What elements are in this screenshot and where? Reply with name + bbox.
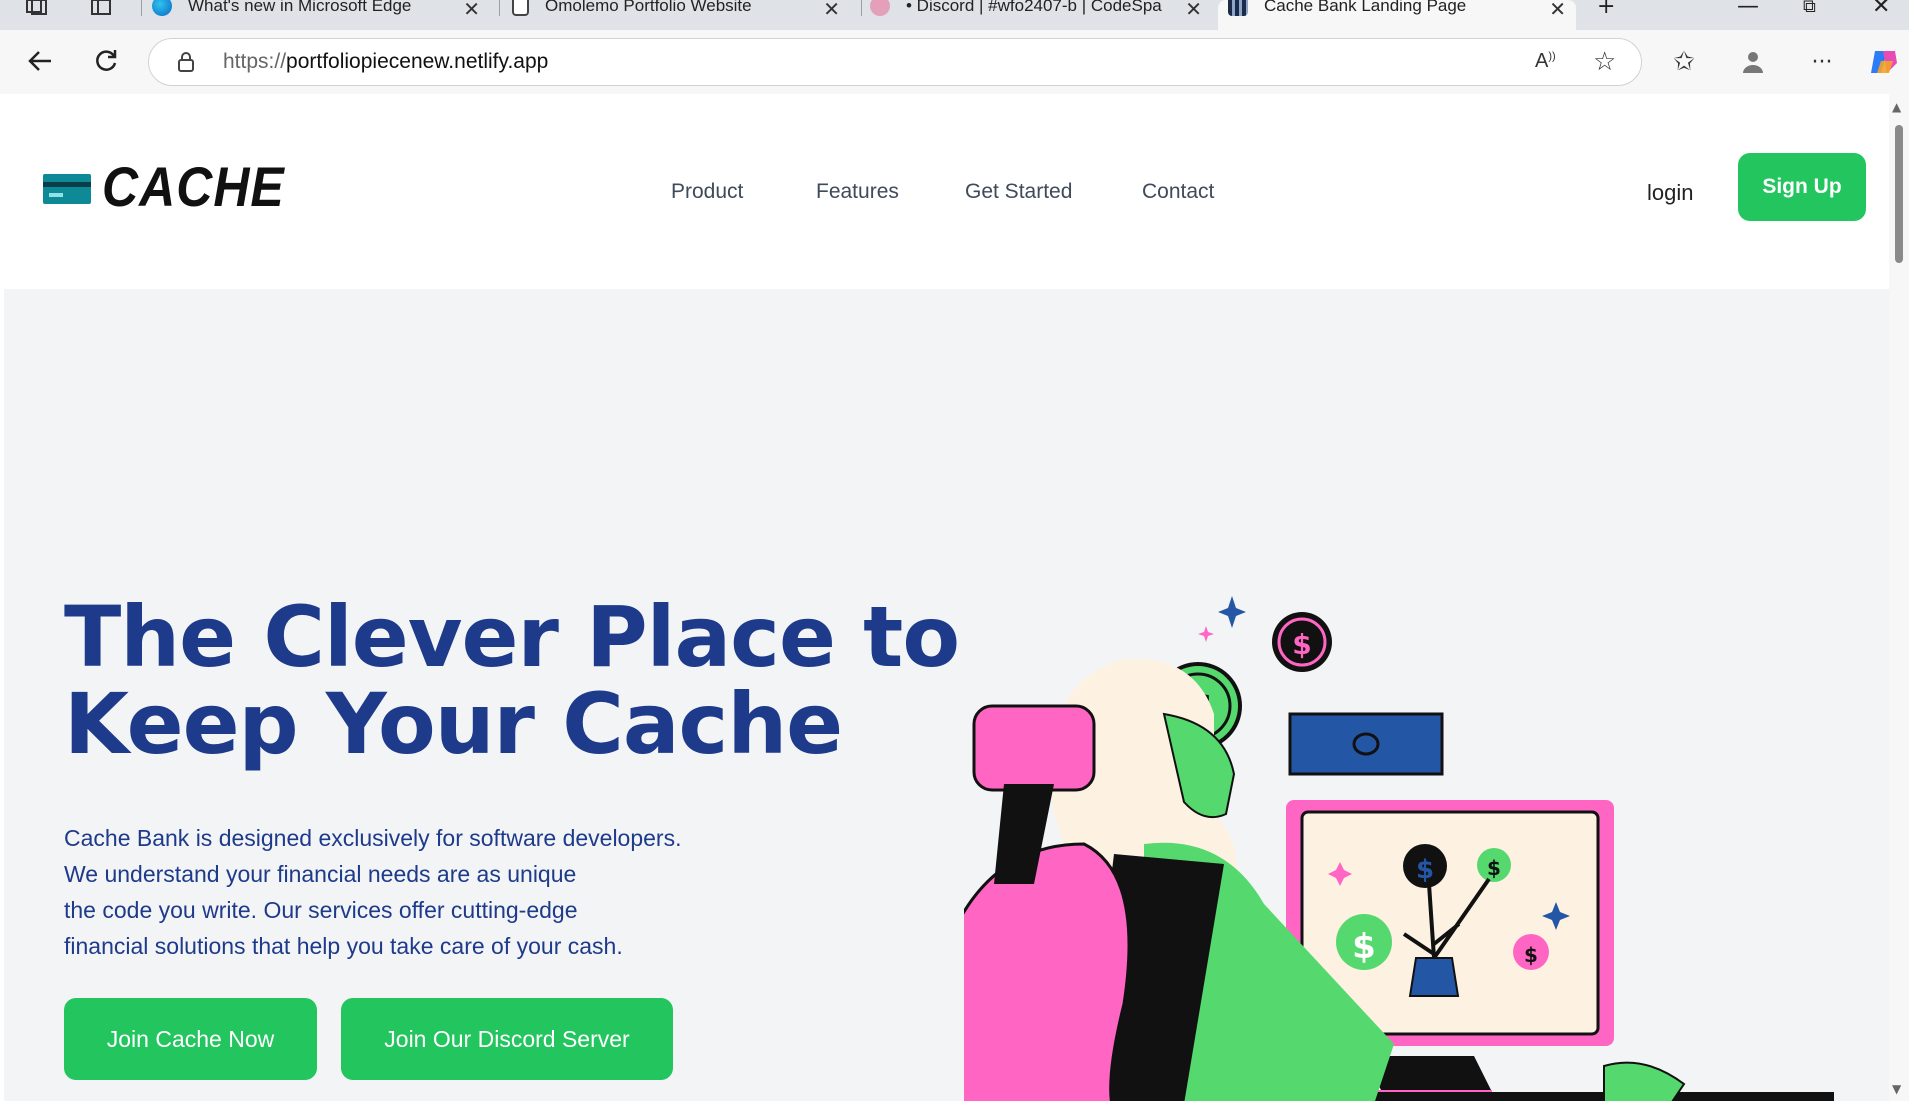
svg-text:$: $ [1352,927,1376,967]
svg-text:$: $ [1292,628,1311,661]
address-bar[interactable]: https://portfoliopiecenew.netlify.app A)… [148,38,1642,86]
cache-icon [1228,0,1248,16]
hero-title-line-2: Keep Your Cache [64,675,843,773]
tab-strip: What's new in Microsoft Edge ✕ Omolemo P… [0,0,1909,30]
scrollbar-thumb[interactable] [1895,125,1903,263]
close-tab-icon[interactable]: ✕ [1549,0,1566,22]
description-line: Cache Bank is designed exclusively for s… [64,825,682,851]
tab-title: What's new in Microsoft Edge [188,0,412,15]
hero-illustration: $ $ $ $ $ $ [964,596,1834,1101]
tab-title: Omolemo Portfolio Website [545,0,752,15]
edge-icon [152,0,172,16]
credit-card-logo-icon [43,174,91,204]
hero-description: Cache Bank is designed exclusively for s… [64,820,744,964]
tab-cache-bank[interactable]: Cache Bank Landing Page ✕ [1218,0,1576,30]
nav-product[interactable]: Product [671,180,743,204]
nav-get-started[interactable]: Get Started [965,180,1072,204]
lock-icon[interactable] [177,51,195,77]
tab-discord[interactable]: • Discord | #wfo2407-b | CodeSpa ✕ [870,0,1212,30]
site-header: CACHE Product Features Get Started Conta… [4,94,1889,289]
vertical-scrollbar[interactable]: ▲ ▼ [1889,94,1909,1101]
more-menu-icon[interactable]: ··· [1806,46,1838,78]
tab-portfolio[interactable]: Omolemo Portfolio Website ✕ [512,0,850,30]
new-tab-icon[interactable]: + [1597,0,1615,19]
back-icon[interactable] [25,46,55,76]
close-tab-icon[interactable]: ✕ [1185,0,1202,22]
banknote-icon [1288,712,1444,776]
restore-icon[interactable]: ⧉ [1803,0,1816,17]
tab-microsoft-edge[interactable]: What's new in Microsoft Edge ✕ [152,0,490,30]
sparkle-icon [1198,626,1214,642]
tab-title: • Discord | #wfo2407-b | CodeSpa [906,0,1162,15]
close-tab-icon[interactable]: ✕ [463,0,480,22]
read-aloud-icon[interactable]: A)) [1535,50,1556,73]
scroll-up-arrow-icon[interactable]: ▲ [1892,100,1901,114]
profile-icon[interactable] [1737,46,1769,78]
close-tab-icon[interactable]: ✕ [823,0,840,22]
svg-text:$: $ [1487,856,1501,880]
nav-features[interactable]: Features [816,180,899,204]
tab-actions-icon[interactable] [90,0,112,16]
sparkle-icon [1218,596,1246,628]
join-cache-button[interactable]: Join Cache Now [64,998,317,1080]
refresh-icon[interactable] [91,46,121,76]
copilot-icon[interactable] [1868,46,1900,78]
nav-contact[interactable]: Contact [1142,180,1214,204]
minimize-icon[interactable]: — [1737,0,1759,19]
description-line: the code you write. Our services offer c… [64,897,578,923]
join-discord-button[interactable]: Join Our Discord Server [341,998,673,1080]
close-window-icon[interactable]: ✕ [1872,0,1890,19]
workspaces-icon[interactable] [24,0,50,16]
favorite-star-icon[interactable]: ☆ [1593,47,1616,77]
url-text: https://portfoliopiecenew.netlify.app [223,50,548,74]
description-line: financial solutions that help you take c… [64,933,623,959]
discord-icon [870,0,890,16]
description-line: We understand your financial needs are a… [64,861,577,887]
tab-title: Cache Bank Landing Page [1264,0,1467,15]
hero-title: The Clever Place to Keep Your Cache [64,594,964,768]
favorites-icon[interactable]: ✩ [1668,46,1700,78]
svg-text:$: $ [1524,943,1538,967]
hero-title-line-1: The Clever Place to [64,588,960,686]
login-link[interactable]: login [1647,180,1693,206]
svg-text:$: $ [1416,855,1434,885]
page-viewport: CACHE Product Features Get Started Conta… [4,94,1889,1101]
chair-icon [964,842,1131,1101]
scroll-down-arrow-icon[interactable]: ▼ [1892,1082,1901,1096]
url-protocol: https:// [223,50,287,73]
page-icon [512,0,529,16]
site-logo[interactable]: CACHE [102,155,285,220]
sign-up-button[interactable]: Sign Up [1738,153,1866,221]
url-host: portfoliopiecenew.netlify.app [286,50,549,73]
